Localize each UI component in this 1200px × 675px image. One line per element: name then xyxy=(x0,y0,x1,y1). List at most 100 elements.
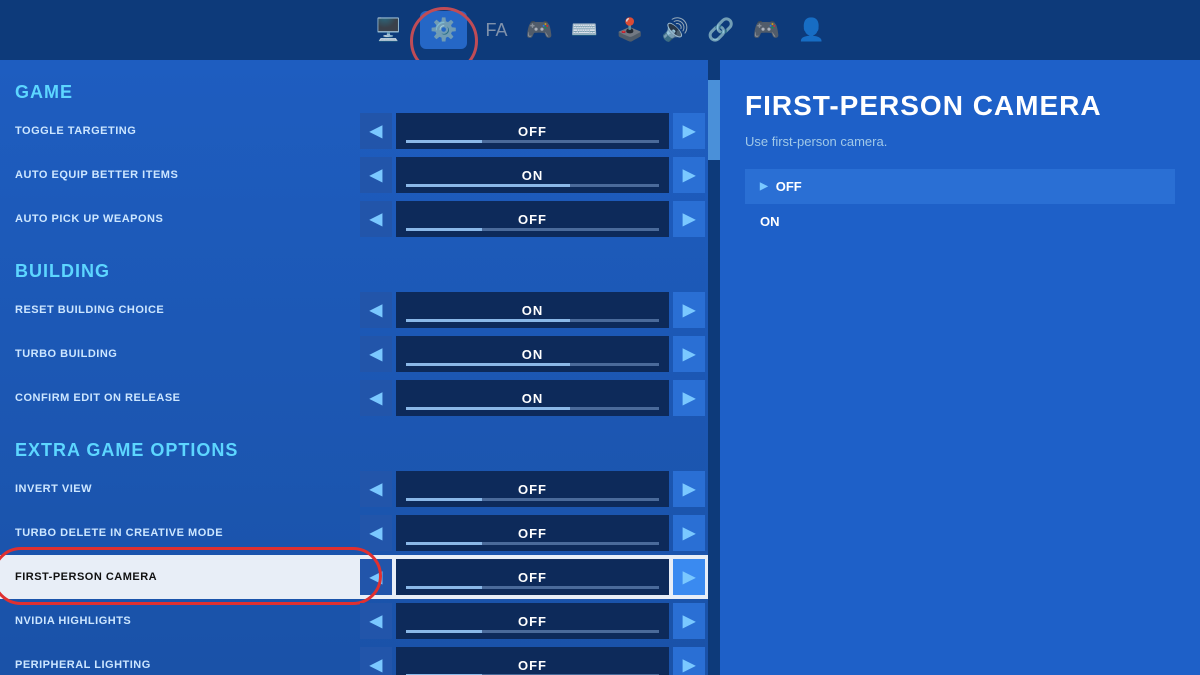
peripheral-value: OFF xyxy=(518,658,547,673)
confirm-edit-row: CONFIRM EDIT ON RELEASE ◀ ON ▶ xyxy=(0,376,720,420)
confirm-edit-label: CONFIRM EDIT ON RELEASE xyxy=(0,392,360,404)
nvidia-left[interactable]: ◀ xyxy=(360,603,392,639)
auto-pickup-row: AUTO PICK UP WEAPONS ◀ OFF ▶ xyxy=(0,197,720,241)
toggle-targeting-left[interactable]: ◀ xyxy=(360,113,392,149)
nvidia-right[interactable]: ▶ xyxy=(673,603,705,639)
turbo-delete-value: OFF xyxy=(518,526,547,541)
first-person-camera-control: ◀ OFF ▶ xyxy=(360,559,705,595)
turbo-delete-right[interactable]: ▶ xyxy=(673,515,705,551)
invert-view-right[interactable]: ▶ xyxy=(673,471,705,507)
detail-title: FIRST-PERSON CAMERA xyxy=(745,90,1175,122)
building-section-header: BUILDING xyxy=(0,249,720,288)
invert-view-value-box: OFF xyxy=(396,471,669,507)
main-container: GAME TOGGLE TARGETING ◀ OFF ▶ AUTO EQUIP… xyxy=(0,60,1200,675)
peripheral-row: PERIPHERAL LIGHTING ◀ OFF ▶ xyxy=(0,643,720,675)
confirm-edit-right[interactable]: ▶ xyxy=(673,380,705,416)
turbo-delete-label: TURBO DELETE IN CREATIVE MODE xyxy=(0,527,360,539)
invert-view-row: INVERT VIEW ◀ OFF ▶ xyxy=(0,467,720,511)
option-on[interactable]: ON xyxy=(745,204,1175,239)
turbo-building-value-box: ON xyxy=(396,336,669,372)
option-off-triangle: ▶ xyxy=(760,181,768,192)
nvidia-control: ◀ OFF ▶ xyxy=(360,603,705,639)
left-panel: GAME TOGGLE TARGETING ◀ OFF ▶ AUTO EQUIP… xyxy=(0,60,720,675)
first-person-camera-left[interactable]: ◀ xyxy=(360,559,392,595)
auto-pickup-value: OFF xyxy=(518,212,547,227)
monitor-icon[interactable]: 🖥️ xyxy=(375,17,402,43)
nvidia-row: NVIDIA HIGHLIGHTS ◀ OFF ▶ xyxy=(0,599,720,643)
auto-equip-right[interactable]: ▶ xyxy=(673,157,705,193)
auto-equip-row: AUTO EQUIP BETTER ITEMS ◀ ON ▶ xyxy=(0,153,720,197)
auto-equip-value: ON xyxy=(522,168,544,183)
peripheral-right[interactable]: ▶ xyxy=(673,647,705,675)
first-person-camera-right[interactable]: ▶ xyxy=(673,559,705,595)
toggle-targeting-control: ◀ OFF ▶ xyxy=(360,113,705,149)
game-section-header: GAME xyxy=(0,70,720,109)
nvidia-value: OFF xyxy=(518,614,547,629)
invert-view-label: INVERT VIEW xyxy=(0,483,360,495)
auto-pickup-right[interactable]: ▶ xyxy=(673,201,705,237)
controller2-icon[interactable]: 🎮 xyxy=(753,17,780,43)
auto-pickup-control: ◀ OFF ▶ xyxy=(360,201,705,237)
auto-pickup-left[interactable]: ◀ xyxy=(360,201,392,237)
auto-equip-value-box: ON xyxy=(396,157,669,193)
confirm-edit-value: ON xyxy=(522,391,544,406)
toggle-targeting-value: OFF xyxy=(518,124,547,139)
turbo-delete-left[interactable]: ◀ xyxy=(360,515,392,551)
invert-view-value: OFF xyxy=(518,482,547,497)
turbo-building-value: ON xyxy=(522,347,544,362)
top-nav: 🖥️ ⚙️ FA 🎮 ⌨️ 🕹️ 🔊 🔗 🎮 👤 xyxy=(0,0,1200,60)
controller-icon[interactable]: 🎮 xyxy=(525,17,552,43)
peripheral-value-box: OFF xyxy=(396,647,669,675)
invert-view-left[interactable]: ◀ xyxy=(360,471,392,507)
peripheral-label: PERIPHERAL LIGHTING xyxy=(0,659,360,671)
scrollbar-track xyxy=(708,60,720,675)
turbo-delete-control: ◀ OFF ▶ xyxy=(360,515,705,551)
network-icon[interactable]: 🔗 xyxy=(707,17,734,43)
option-off[interactable]: ▶ OFF xyxy=(745,169,1175,204)
reset-building-label: RESET BUILDING CHOICE xyxy=(0,304,360,316)
option-off-label: OFF xyxy=(776,179,802,194)
auto-equip-control: ◀ ON ▶ xyxy=(360,157,705,193)
auto-equip-left[interactable]: ◀ xyxy=(360,157,392,193)
turbo-building-left[interactable]: ◀ xyxy=(360,336,392,372)
turbo-delete-value-box: OFF xyxy=(396,515,669,551)
keyboard-icon[interactable]: ⌨️ xyxy=(571,17,598,43)
reset-building-right[interactable]: ▶ xyxy=(673,292,705,328)
first-person-camera-row[interactable]: FIRST-PERSON CAMERA ◀ OFF ▶ xyxy=(0,555,720,599)
invert-view-control: ◀ OFF ▶ xyxy=(360,471,705,507)
extra-section-header: EXTRA GAME OPTIONS xyxy=(0,428,720,467)
first-person-camera-value: OFF xyxy=(518,570,547,585)
toggle-targeting-right[interactable]: ▶ xyxy=(673,113,705,149)
first-person-camera-label: FIRST-PERSON CAMERA xyxy=(0,571,360,583)
turbo-delete-row: TURBO DELETE IN CREATIVE MODE ◀ OFF ▶ xyxy=(0,511,720,555)
user-icon[interactable]: 👤 xyxy=(798,17,825,43)
turbo-building-right[interactable]: ▶ xyxy=(673,336,705,372)
peripheral-control: ◀ OFF ▶ xyxy=(360,647,705,675)
confirm-edit-left[interactable]: ◀ xyxy=(360,380,392,416)
reset-building-left[interactable]: ◀ xyxy=(360,292,392,328)
toggle-targeting-value-box: OFF xyxy=(396,113,669,149)
detail-description: Use first-person camera. xyxy=(745,134,1175,149)
scrollbar-thumb[interactable] xyxy=(708,80,720,160)
gamepad-icon[interactable]: 🕹️ xyxy=(616,17,643,43)
auto-pickup-value-box: OFF xyxy=(396,201,669,237)
turbo-building-row: TURBO BUILDING ◀ ON ▶ xyxy=(0,332,720,376)
turbo-building-label: TURBO BUILDING xyxy=(0,348,360,360)
turbo-building-control: ◀ ON ▶ xyxy=(360,336,705,372)
right-panel: FIRST-PERSON CAMERA Use first-person cam… xyxy=(720,60,1200,675)
peripheral-left[interactable]: ◀ xyxy=(360,647,392,675)
reset-building-control: ◀ ON ▶ xyxy=(360,292,705,328)
toggle-targeting-row: TOGGLE TARGETING ◀ OFF ▶ xyxy=(0,109,720,153)
speaker-icon[interactable]: 🔊 xyxy=(662,17,689,43)
auto-pickup-label: AUTO PICK UP WEAPONS xyxy=(0,213,360,225)
gear-nav-icon[interactable]: ⚙️ xyxy=(420,11,467,49)
reset-building-value: ON xyxy=(522,303,544,318)
reset-building-row: RESET BUILDING CHOICE ◀ ON ▶ xyxy=(0,288,720,332)
auto-equip-label: AUTO EQUIP BETTER ITEMS xyxy=(0,169,360,181)
nvidia-value-box: OFF xyxy=(396,603,669,639)
option-on-label: ON xyxy=(760,214,780,229)
toggle-targeting-label: TOGGLE TARGETING xyxy=(0,125,360,137)
confirm-edit-value-box: ON xyxy=(396,380,669,416)
reset-building-value-box: ON xyxy=(396,292,669,328)
confirm-edit-control: ◀ ON ▶ xyxy=(360,380,705,416)
